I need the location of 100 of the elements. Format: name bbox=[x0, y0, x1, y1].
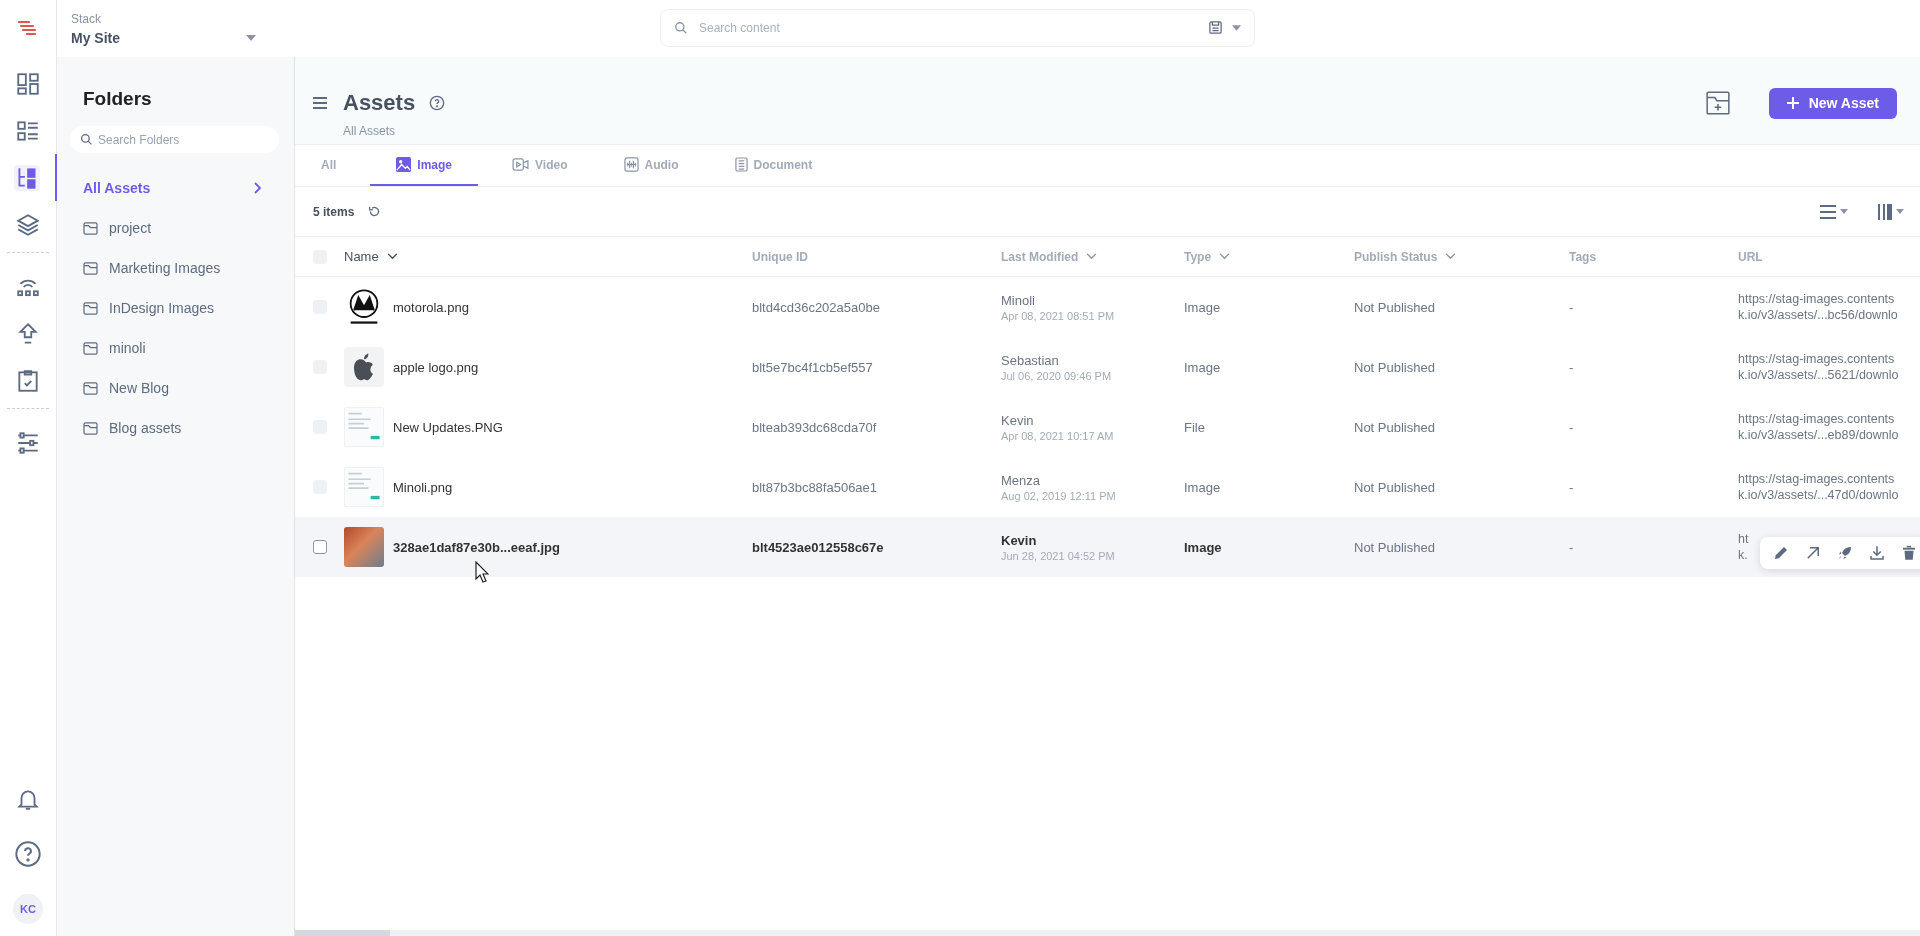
asset-url: https://stag-images.contents k.io/v3/assets/...eb89/downlo bbox=[1738, 411, 1899, 443]
tags-value: - bbox=[1569, 479, 1574, 495]
chevron-right-icon bbox=[254, 182, 262, 194]
publish-status: Not Published bbox=[1354, 299, 1435, 315]
tree-icon[interactable] bbox=[14, 164, 40, 191]
file-name[interactable]: Minoli.png bbox=[393, 479, 453, 495]
clipboard-icon[interactable] bbox=[15, 367, 41, 394]
search-icon bbox=[674, 21, 688, 35]
modified-date: Apr 08, 2021 10:17 AM bbox=[1001, 429, 1114, 442]
modified-by: Kevin bbox=[1001, 532, 1037, 548]
table-row[interactable]: motorola.png bltd4cd36c202a5a0be Minoli Apr 08, 2021 08:51 PM Image Not Published - https://stag-images.contents k.io/v3/assets/...bc56/downlo bbox=[295, 277, 1920, 337]
column-header: Unique ID bbox=[752, 249, 808, 264]
plus-icon bbox=[1786, 97, 1799, 109]
table-row[interactable]: New Updates.PNG blteab393dc68cda70f Kevin Apr 08, 2021 10:17 AM File Not Published - https://stag-images.contents k.io/v3/assets/...eb89/downlo bbox=[295, 397, 1920, 457]
folder-item[interactable]: Blog assets bbox=[70, 415, 279, 441]
help-icon[interactable] bbox=[14, 840, 42, 868]
asset-url: ht k. bbox=[1738, 531, 1749, 563]
row-checkbox[interactable] bbox=[313, 540, 327, 554]
edit-icon[interactable] bbox=[1772, 544, 1790, 562]
fruit-logo-thumbnail bbox=[344, 347, 384, 387]
modified-by: Minoli bbox=[1001, 292, 1035, 308]
screenshot-thumbnail bbox=[344, 467, 384, 507]
user-avatar[interactable]: KC bbox=[13, 894, 43, 924]
folder-item[interactable]: InDesign Images bbox=[70, 295, 279, 321]
download-icon[interactable] bbox=[1868, 544, 1886, 562]
save-icon[interactable] bbox=[1208, 20, 1223, 35]
dashboard-icon[interactable] bbox=[15, 70, 41, 97]
modified-date: Jun 28, 2021 04:52 PM bbox=[1001, 549, 1115, 562]
photo-placeholder bbox=[344, 527, 384, 567]
folder-item[interactable]: project bbox=[70, 215, 279, 241]
folder-icon bbox=[83, 421, 98, 435]
scrollbar-thumb[interactable] bbox=[295, 930, 390, 936]
modified-by: Sebastian bbox=[1001, 352, 1059, 368]
refresh-icon[interactable] bbox=[368, 205, 382, 218]
asset-type: Image bbox=[1184, 299, 1221, 315]
arrow-up-right-icon[interactable] bbox=[1804, 544, 1822, 562]
sliders-icon[interactable] bbox=[15, 429, 41, 456]
unique-id: blt5e7bc4f1cb5ef557 bbox=[752, 359, 873, 375]
search-icon bbox=[80, 133, 93, 146]
item-count: 5 items bbox=[313, 204, 355, 219]
menu-icon[interactable] bbox=[313, 97, 327, 109]
new-folder-icon[interactable] bbox=[1704, 90, 1731, 116]
folder-item[interactable]: Marketing Images bbox=[70, 255, 279, 281]
filter-tab[interactable]: Image bbox=[370, 145, 479, 186]
panel-title: Folders bbox=[83, 88, 153, 110]
search-field[interactable]: Search content bbox=[660, 9, 1255, 47]
audio-icon bbox=[623, 157, 639, 172]
document-icon bbox=[734, 157, 748, 172]
mouse-cursor-icon bbox=[475, 561, 489, 583]
search-field[interactable]: Search Folders bbox=[70, 126, 279, 153]
file-name[interactable]: apple logo.png bbox=[393, 359, 479, 375]
folder-icon bbox=[83, 221, 98, 235]
asset-type: Image bbox=[1184, 539, 1222, 555]
tags-value: - bbox=[1569, 359, 1574, 375]
file-name[interactable]: 328ae1daf87e30b...eeaf.jpg bbox=[393, 539, 560, 555]
publish-status: Not Published bbox=[1354, 539, 1435, 555]
asset-url: https://stag-images.contents k.io/v3/assets/...47d0/downlo bbox=[1738, 471, 1899, 503]
stack-selector[interactable]: Stack My Site bbox=[57, 11, 256, 46]
asset-url: https://stag-images.contents k.io/v3/assets/...5621/downlo bbox=[1738, 351, 1899, 383]
trash-icon[interactable] bbox=[1900, 544, 1918, 562]
modified-date: Aug 02, 2019 12:11 PM bbox=[1001, 489, 1116, 502]
chevron-down-icon[interactable] bbox=[386, 253, 398, 260]
new-asset-button[interactable]: New Asset bbox=[1768, 87, 1897, 119]
upload-icon[interactable] bbox=[15, 320, 41, 347]
table-row[interactable]: Minoli.png blt87b3bc88fa506ae1 Menza Aug 02, 2019 12:11 PM Image Not Published - https://stag-images.contents k.io/v3/assets/...47d0/downlo bbox=[295, 457, 1920, 517]
asset-type: Image bbox=[1184, 479, 1221, 495]
unique-id: blt87b3bc88fa506ae1 bbox=[752, 479, 878, 495]
caret-icon[interactable] bbox=[1232, 25, 1241, 31]
screenshot-thumbnail bbox=[344, 407, 384, 447]
layers-icon[interactable] bbox=[15, 211, 41, 238]
file-name[interactable]: motorola.png bbox=[393, 299, 469, 315]
column-header[interactable]: Name bbox=[344, 249, 379, 264]
folder-icon bbox=[83, 301, 98, 315]
modified-by: Kevin bbox=[1001, 412, 1034, 428]
folder-item[interactable]: minoli bbox=[70, 335, 279, 361]
tags-value: - bbox=[1569, 419, 1574, 435]
column-header: Tags bbox=[1569, 249, 1597, 264]
asset-url: https://stag-images.contents k.io/v3/assets/...bc56/downlo bbox=[1738, 291, 1898, 323]
file-name[interactable]: New Updates.PNG bbox=[393, 419, 503, 435]
tags-value: - bbox=[1569, 299, 1574, 315]
unique-id: bltd4cd36c202a5a0be bbox=[752, 299, 880, 315]
modified-by: Menza bbox=[1001, 472, 1041, 488]
tags-value: - bbox=[1569, 539, 1574, 555]
publish-status: Not Published bbox=[1354, 419, 1435, 435]
table-row[interactable]: apple logo.png blt5e7bc4f1cb5ef557 Sebastian Jul 06, 2020 09:46 PM Image Not Published - https://stag-images.contents k.io/v3/assets/...5621/downlo bbox=[295, 337, 1920, 397]
folder-item[interactable]: New Blog bbox=[70, 375, 279, 401]
asset-type: Image bbox=[1184, 359, 1221, 375]
publish-status: Not Published bbox=[1354, 479, 1435, 495]
folder-icon bbox=[83, 381, 98, 395]
publish-status: Not Published bbox=[1354, 359, 1435, 375]
folder-item[interactable]: All Assets bbox=[70, 175, 279, 201]
rocket-icon[interactable] bbox=[1836, 544, 1854, 562]
breadcrumb[interactable]: All Assets bbox=[343, 124, 396, 138]
help-icon[interactable] bbox=[429, 95, 446, 111]
folder-icon bbox=[83, 261, 98, 275]
folder-icon bbox=[83, 341, 98, 355]
image-icon bbox=[396, 157, 412, 172]
asset-type: File bbox=[1184, 419, 1205, 435]
unique-id: blteab393dc68cda70f bbox=[752, 419, 877, 435]
column-header: URL bbox=[1738, 249, 1763, 264]
